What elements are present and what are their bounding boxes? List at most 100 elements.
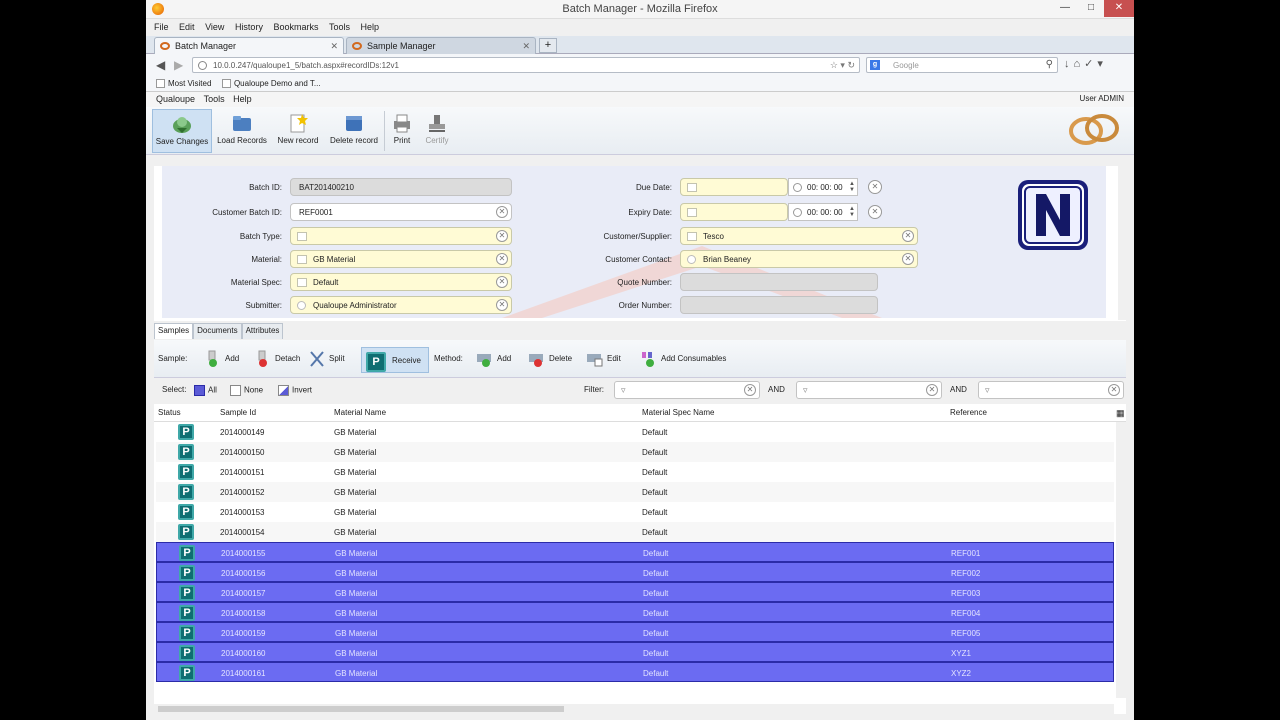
filter-input-1[interactable]: ▿ ✕ [614, 381, 760, 399]
method-edit-button[interactable]: Edit [586, 350, 621, 368]
scroll-thumb[interactable] [158, 706, 564, 712]
customer-batch-id-field[interactable]: REF0001 ✕ [290, 203, 512, 221]
form-scrollbar[interactable] [1118, 158, 1128, 320]
clear-icon[interactable]: ✕ [496, 253, 508, 265]
add-consumables-button[interactable]: Add Consumables [640, 350, 726, 368]
grid-horizontal-scrollbar[interactable] [154, 704, 1114, 714]
menu-file[interactable]: File [154, 19, 169, 36]
bookmark-most-visited[interactable]: Most Visited [156, 76, 211, 92]
maximize-button[interactable]: □ [1078, 0, 1104, 17]
table-row[interactable]: P 2014000158 GB Material Default REF004 [156, 602, 1114, 622]
customer-contact-field[interactable]: Brian Beaney ✕ [680, 250, 918, 268]
table-row[interactable]: P 2014000154 GB Material Default [156, 522, 1114, 542]
order-number-field[interactable] [680, 296, 878, 314]
load-records-button[interactable]: Load Records [214, 109, 270, 153]
time-spinner[interactable]: ▲ ▼ [849, 181, 855, 193]
menu-bookmarks[interactable]: Bookmarks [273, 19, 318, 36]
url-bar-icons[interactable]: ☆ ▾ ↻ [830, 60, 855, 71]
material-spec-field[interactable]: Default ✕ [290, 273, 512, 291]
clear-due-date-icon[interactable]: ✕ [868, 180, 882, 194]
method-delete-button[interactable]: Delete [528, 350, 572, 368]
tab-attributes[interactable]: Attributes [241, 323, 284, 339]
certify-button[interactable]: Certify [420, 109, 454, 153]
print-button[interactable]: Print [388, 109, 416, 153]
tab-samples[interactable]: Samples [154, 323, 194, 339]
clear-icon[interactable]: ✕ [496, 299, 508, 311]
table-row[interactable]: P 2014000159 GB Material Default REF005 [156, 622, 1114, 642]
clear-icon[interactable]: ✕ [496, 276, 508, 288]
sample-add-button[interactable]: Add [204, 350, 239, 368]
tab-batch-manager[interactable]: Batch Manager ✕ [154, 37, 344, 54]
browser-toolbar-icons[interactable]: ↓⌂✓▾ [1064, 57, 1107, 70]
time-spinner[interactable]: ▲ ▼ [849, 206, 855, 218]
col-reference[interactable]: Reference [950, 408, 987, 417]
col-material-name[interactable]: Material Name [334, 408, 386, 417]
select-invert-button[interactable]: Invert [278, 385, 312, 396]
menu-history[interactable]: History [235, 19, 263, 36]
app-menu-tools[interactable]: Tools [204, 92, 225, 107]
method-add-button[interactable]: Add [476, 350, 511, 368]
quote-number-field[interactable] [680, 273, 878, 291]
due-time-field[interactable]: 00: 00: 00 ▲ ▼ [788, 178, 858, 196]
app-menu-help[interactable]: Help [233, 92, 252, 107]
bookmark-qualoupe-demo[interactable]: Qualoupe Demo and T... [221, 76, 321, 92]
select-all-button[interactable]: All [194, 385, 217, 396]
menu-view[interactable]: View [205, 19, 224, 36]
batch-type-field[interactable]: ✕ [290, 227, 512, 245]
clear-icon[interactable]: ✕ [496, 230, 508, 242]
menu-help[interactable]: Help [361, 19, 380, 36]
menu-edit[interactable]: Edit [179, 19, 195, 36]
search-icon[interactable]: ⚲ [1046, 59, 1053, 70]
delete-record-button[interactable]: Delete record [326, 109, 382, 153]
save-changes-button[interactable]: Save Changes [152, 109, 212, 153]
sample-split-button[interactable]: Split [308, 350, 345, 368]
back-icon[interactable]: ◀ [156, 58, 165, 72]
receive-button[interactable]: P Receive [361, 347, 429, 373]
minimize-button[interactable]: — [1052, 0, 1078, 17]
submitter-field[interactable]: Qualoupe Administrator ✕ [290, 296, 512, 314]
table-row[interactable]: P 2014000152 GB Material Default [156, 482, 1114, 502]
table-row[interactable]: P 2014000156 GB Material Default REF002 [156, 562, 1114, 582]
expiry-date-field[interactable] [680, 203, 788, 221]
sample-detach-button[interactable]: Detach [254, 350, 300, 368]
table-row[interactable]: P 2014000153 GB Material Default [156, 502, 1114, 522]
url-bar[interactable]: 10.0.0.247/qualoupe1_5/batch.aspx#record… [192, 57, 860, 73]
clear-icon[interactable]: ✕ [902, 253, 914, 265]
clear-icon[interactable]: ✕ [926, 384, 938, 396]
table-row[interactable]: P 2014000150 GB Material Default [156, 442, 1114, 462]
customer-supplier-field[interactable]: Tesco ✕ [680, 227, 918, 245]
grid-scrollbar[interactable] [1116, 422, 1126, 698]
col-sample-id[interactable]: Sample Id [220, 408, 256, 417]
filter-input-3[interactable]: ▿ ✕ [978, 381, 1124, 399]
new-record-button[interactable]: New record [272, 109, 324, 153]
tab-documents[interactable]: Documents [193, 323, 242, 339]
table-row[interactable]: P 2014000149 GB Material Default [156, 422, 1114, 442]
column-chooser-icon[interactable]: ▦ [1116, 408, 1125, 419]
clear-expiry-date-icon[interactable]: ✕ [868, 205, 882, 219]
filter-input-2[interactable]: ▿ ✕ [796, 381, 942, 399]
clear-icon[interactable]: ✕ [902, 230, 914, 242]
close-button[interactable]: ✕ [1104, 0, 1134, 17]
table-row[interactable]: P 2014000157 GB Material Default REF003 [156, 582, 1114, 602]
col-status[interactable]: Status [158, 408, 181, 417]
col-material-spec-name[interactable]: Material Spec Name [642, 408, 714, 417]
select-none-button[interactable]: None [230, 385, 263, 396]
expiry-time-field[interactable]: 00: 00: 00 ▲ ▼ [788, 203, 858, 221]
due-date-field[interactable] [680, 178, 788, 196]
table-row[interactable]: P 2014000160 GB Material Default XYZ1 [156, 642, 1114, 662]
app-menu-qualoupe[interactable]: Qualoupe [156, 92, 195, 107]
forward-icon[interactable]: ▶ [174, 58, 183, 72]
menu-tools[interactable]: Tools [329, 19, 350, 36]
material-field[interactable]: GB Material ✕ [290, 250, 512, 268]
close-tab-icon[interactable]: ✕ [522, 41, 530, 52]
table-row[interactable]: P 2014000151 GB Material Default [156, 462, 1114, 482]
search-box[interactable]: g Google ⚲ [866, 57, 1058, 73]
table-row[interactable]: P 2014000161 GB Material Default XYZ2 [156, 662, 1114, 682]
new-tab-button[interactable]: + [539, 38, 557, 53]
clear-icon[interactable]: ✕ [744, 384, 756, 396]
close-tab-icon[interactable]: ✕ [330, 41, 338, 52]
clear-icon[interactable]: ✕ [496, 206, 508, 218]
clear-icon[interactable]: ✕ [1108, 384, 1120, 396]
table-row[interactable]: P 2014000155 GB Material Default REF001 [156, 542, 1114, 562]
tab-sample-manager[interactable]: Sample Manager ✕ [346, 37, 536, 54]
